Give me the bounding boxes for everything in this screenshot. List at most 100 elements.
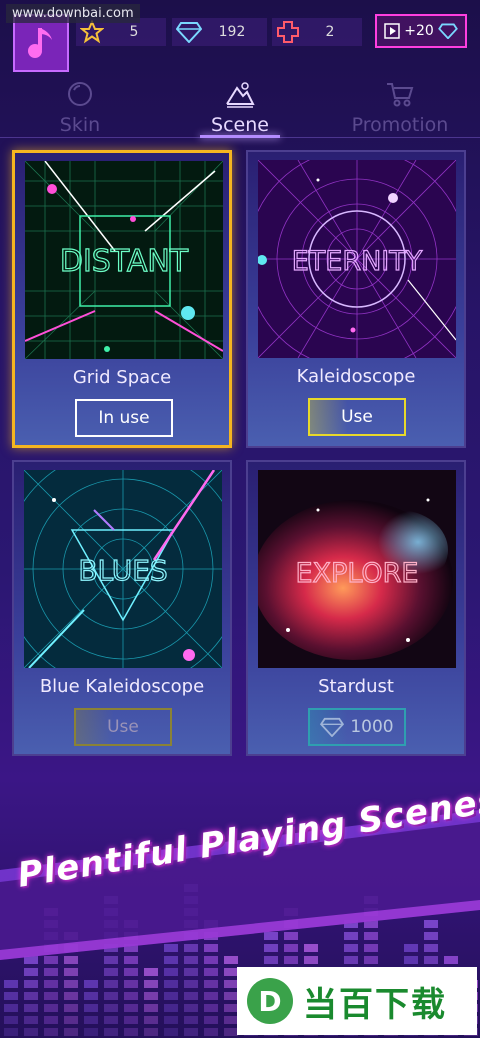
equalizer-bar-segment — [204, 992, 218, 1000]
thumb-text: ETERNITY — [292, 246, 423, 277]
plus-icon — [277, 21, 299, 43]
equalizer-bar-segment — [124, 1004, 138, 1012]
equalizer-bar-segment — [44, 980, 58, 988]
video-reward-label: +20 — [404, 23, 434, 39]
tab-skin[interactable]: Skin — [40, 80, 120, 136]
equalizer-bar-segment — [164, 980, 178, 988]
equalizer-bar-segment — [44, 1004, 58, 1012]
equalizer-bar-segment — [4, 1004, 18, 1012]
equalizer-bar-segment — [104, 992, 118, 1000]
equalizer-bar-segment — [204, 980, 218, 988]
gems-counter: 192 — [172, 18, 267, 46]
equalizer-bar-segment — [144, 1016, 158, 1024]
tab-promotion[interactable]: Promotion — [345, 80, 455, 136]
scene-card-grid-space[interactable]: DISTANT Grid Space In use — [12, 150, 232, 448]
equalizer-bar-segment — [4, 1016, 18, 1024]
equalizer-bar-segment — [24, 1016, 38, 1024]
active-tab-indicator — [200, 135, 280, 138]
mountain-icon — [226, 82, 255, 108]
equalizer-bar-segment — [144, 1004, 158, 1012]
diamond-icon — [176, 22, 202, 43]
equalizer-bar-segment — [204, 1028, 218, 1036]
equalizer-bar-segment — [224, 1028, 238, 1036]
equalizer-bar-segment — [104, 968, 118, 976]
thumb-text: EXPLORE — [296, 558, 419, 589]
equalizer-bar-segment — [4, 1028, 18, 1036]
equalizer-bar-segment — [144, 980, 158, 988]
scene-card-kaleidoscope[interactable]: ETERNITY Kaleidoscope Use — [246, 150, 466, 448]
tab-scene[interactable]: Scene — [200, 80, 280, 136]
equalizer-bar-segment — [144, 968, 158, 976]
diamond-icon — [437, 23, 458, 39]
scene-title: Kaleidoscope — [296, 366, 416, 387]
equalizer-bar-segment — [64, 1004, 78, 1012]
star-icon — [80, 20, 104, 44]
equalizer-bar-segment — [224, 968, 238, 976]
equalizer-bar-segment — [44, 1028, 58, 1036]
scene-thumbnail: BLUES — [24, 470, 222, 668]
equalizer-bar-segment — [64, 968, 78, 976]
equalizer-bar-segment — [204, 1016, 218, 1024]
tab-skin-label: Skin — [59, 114, 101, 136]
thumb-text: DISTANT — [60, 244, 189, 279]
stars-value: 5 — [129, 24, 139, 40]
equalizer-bar-segment — [104, 1004, 118, 1012]
tab-promotion-label: Promotion — [351, 114, 449, 136]
logo-badge-icon: D — [247, 978, 293, 1024]
equalizer-bar-segment — [84, 980, 98, 988]
equalizer-bar-segment — [204, 1004, 218, 1012]
watermark: www.downbai.com — [6, 4, 140, 23]
equalizer-bar-segment — [24, 1028, 38, 1036]
logo-text: 当百下载 — [303, 984, 447, 1025]
equalizer-bar-segment — [204, 968, 218, 976]
ball-icon — [68, 82, 92, 106]
equalizer-bar-segment — [24, 980, 38, 988]
equalizer-bar-segment — [4, 980, 18, 988]
watch-video-button[interactable]: +20 — [375, 14, 467, 48]
equalizer-bar-segment — [124, 980, 138, 988]
equalizer-bar-segment — [124, 968, 138, 976]
equalizer-bar-segment — [184, 1016, 198, 1024]
in-use-button[interactable]: In use — [75, 399, 173, 437]
scene-title: Grid Space — [72, 367, 172, 388]
scene-thumbnail: ETERNITY — [258, 160, 456, 358]
play-video-icon — [384, 23, 400, 39]
equalizer-bar-segment — [124, 1028, 138, 1036]
equalizer-bar-segment — [104, 1028, 118, 1036]
equalizer-bar-segment — [184, 1028, 198, 1036]
tab-bar: Skin Scene Promotion — [0, 80, 480, 138]
music-note-icon — [28, 28, 52, 58]
equalizer-bar-segment — [164, 1004, 178, 1012]
diamond-icon — [320, 717, 345, 737]
equalizer-bar-segment — [64, 980, 78, 988]
equalizer-bar-segment — [64, 992, 78, 1000]
use-button[interactable]: Use — [308, 398, 406, 436]
equalizer-bar-segment — [44, 1016, 58, 1024]
scene-card-stardust[interactable]: EXPLORE Stardust 1000 — [246, 460, 466, 756]
gems-value: 192 — [218, 24, 246, 40]
cart-icon — [387, 83, 414, 107]
site-logo: D 当百下载 — [237, 967, 477, 1035]
equalizer-bar-segment — [144, 992, 158, 1000]
thumb-text: BLUES — [78, 554, 167, 587]
equalizer-bar-segment — [224, 1016, 238, 1024]
equalizer-bar-segment — [84, 1016, 98, 1024]
equalizer-bar-segment — [184, 1004, 198, 1012]
equalizer-bar-segment — [164, 992, 178, 1000]
equalizer-bar-segment — [184, 992, 198, 1000]
equalizer-bar-segment — [44, 992, 58, 1000]
equalizer-bar-segment — [164, 1016, 178, 1024]
equalizer-bar-segment — [84, 992, 98, 1000]
scene-card-blue-kaleidoscope[interactable]: BLUES Blue Kaleidoscope Use — [12, 460, 232, 756]
equalizer-bar-segment — [24, 968, 38, 976]
equalizer-bar-segment — [224, 980, 238, 988]
equalizer-bar-segment — [64, 1028, 78, 1036]
equalizer-bar-segment — [24, 1004, 38, 1012]
price-label: 1000 — [350, 717, 394, 737]
scene-thumbnail: EXPLORE — [258, 470, 456, 668]
equalizer-bar-segment — [224, 992, 238, 1000]
equalizer-bar-segment — [64, 1016, 78, 1024]
equalizer-bar-segment — [104, 1016, 118, 1024]
equalizer-bar-segment — [184, 980, 198, 988]
equalizer-bar-segment — [224, 1004, 238, 1012]
